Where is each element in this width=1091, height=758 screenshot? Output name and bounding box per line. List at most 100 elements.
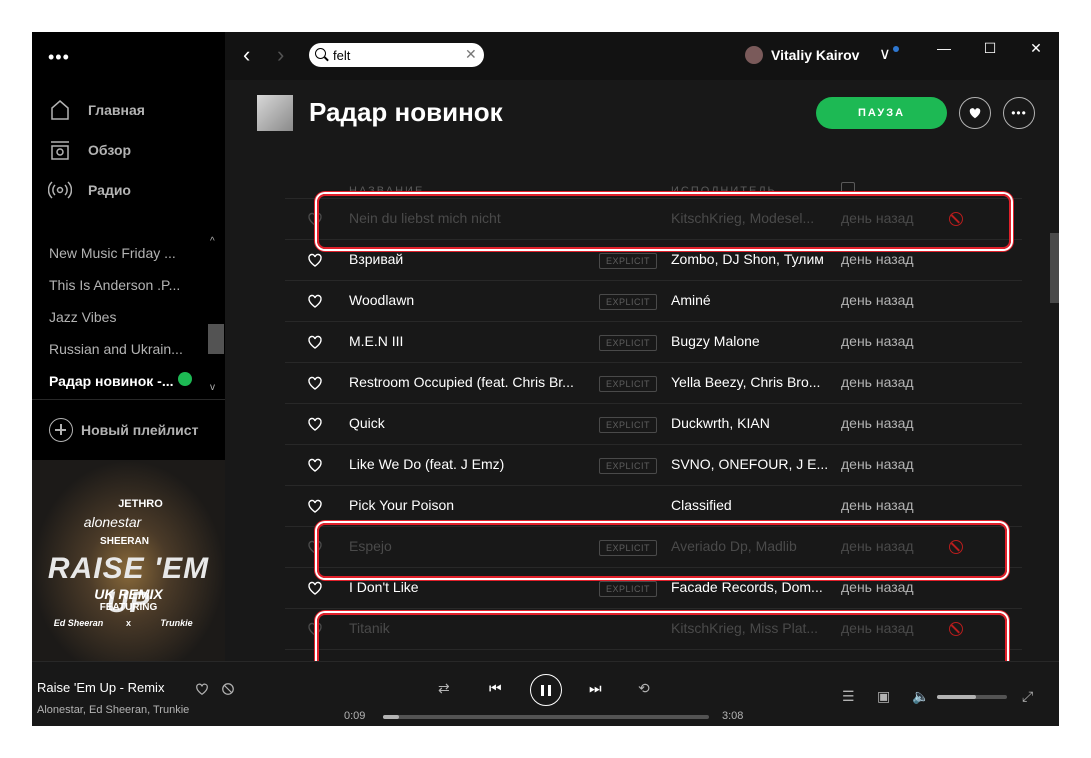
repeat-icon[interactable]: ⟲ (638, 680, 650, 697)
main-scrollbar[interactable] (1050, 80, 1059, 661)
sidebar-playlist[interactable]: This Is Anderson .P... (49, 277, 189, 293)
heart-icon[interactable] (307, 375, 323, 391)
block-icon[interactable] (221, 682, 235, 696)
track-row[interactable]: Pick Your Poison Classified день назад (285, 485, 1022, 526)
search-input[interactable] (333, 46, 458, 64)
track-date-added: день назад (841, 415, 914, 431)
track-row[interactable]: Woodlawn EXPLICIT Aminé день назад (285, 280, 1022, 321)
avatar[interactable] (745, 46, 763, 64)
track-date-added: день назад (841, 579, 914, 595)
track-date-added: день назад (841, 374, 914, 390)
previous-icon[interactable]: ⏮ (489, 680, 502, 697)
now-playing-cover[interactable]: JETHRO alonestar SHEERAN RAISE 'EM UP UK… (32, 460, 225, 661)
explicit-badge: EXPLICIT (599, 417, 657, 433)
sidebar-playlist[interactable]: Russian and Ukrain... (49, 341, 189, 357)
page-title: Радар новинок (309, 97, 503, 127)
sidebar-playlist-active[interactable]: Радар новинок -... (49, 373, 175, 389)
heart-icon[interactable] (307, 293, 323, 309)
more-options-button[interactable]: ••• (1003, 97, 1035, 129)
volume-slider[interactable] (937, 695, 1007, 699)
explicit-badge: EXPLICIT (599, 253, 657, 269)
next-icon[interactable]: ⏭ (589, 680, 602, 697)
main-scrollbar-thumb[interactable] (1050, 233, 1059, 303)
nav-radio[interactable]: Радио (48, 177, 218, 203)
heart-icon[interactable] (195, 682, 209, 696)
app-menu-button[interactable]: ••• (48, 48, 70, 66)
playlist-header: Радар новинок ПАУЗА ••• (225, 80, 1059, 150)
track-date-added: день назад (841, 251, 914, 267)
nav-radio-label: Радио (88, 182, 131, 198)
progress-bar[interactable] (383, 715, 709, 719)
explicit-badge: EXPLICIT (599, 458, 657, 474)
search-icon (315, 48, 326, 59)
track-artist[interactable]: Yella Beezy, Chris Bro... (671, 374, 831, 390)
pause-icon[interactable] (530, 674, 562, 706)
track-artist[interactable]: Zombo, DJ Shon, Тулим (671, 251, 831, 267)
track-row[interactable]: Quick EXPLICIT Duckwrth, KIAN день назад (285, 403, 1022, 444)
sidebar-playlist[interactable]: Jazz Vibes (49, 309, 189, 325)
shuffle-icon[interactable]: ⇄ (438, 680, 450, 697)
main-content: Радар новинок ПАУЗА ••• НАЗВАНИЕ ИСПОЛНИ… (225, 80, 1059, 661)
heart-icon[interactable] (307, 457, 323, 473)
track-date-added: день назад (841, 456, 914, 472)
track-title[interactable]: Взривай (349, 251, 589, 267)
like-playlist-button[interactable] (959, 97, 991, 129)
pause-button[interactable]: ПАУЗА (816, 97, 947, 129)
volume-icon[interactable]: 🔈 (912, 688, 929, 705)
nav-home[interactable]: Главная (48, 97, 218, 123)
chevron-up-icon[interactable]: ^ (210, 236, 215, 247)
track-row[interactable]: M.E.N III EXPLICIT Bugzy Malone день назад (285, 321, 1022, 362)
sidebar: ••• Главная Обзор Радио New Music Friday… (32, 32, 225, 661)
heart-icon[interactable] (307, 580, 323, 596)
nav-browse-label: Обзор (88, 142, 132, 158)
downloaded-icon (178, 372, 192, 386)
nav-browse[interactable]: Обзор (48, 137, 218, 163)
track-title[interactable]: Woodlawn (349, 292, 589, 308)
explicit-badge: EXPLICIT (599, 581, 657, 597)
new-playlist-button[interactable]: Новый плейлист (49, 418, 198, 442)
track-title[interactable]: Like We Do (feat. J Emz) (349, 456, 589, 472)
radio-icon (48, 181, 72, 199)
track-artist[interactable]: Classified (671, 497, 831, 513)
heart-icon[interactable] (307, 498, 323, 514)
now-playing-artist[interactable]: Alonestar, Ed Sheeran, Trunkie (37, 704, 189, 716)
maximize-button[interactable]: ☐ (967, 32, 1013, 64)
track-row[interactable]: Like We Do (feat. J Emz) EXPLICIT SVNO, ON… (285, 444, 1022, 485)
heart-icon[interactable] (307, 416, 323, 432)
cover-text: Trunkie (160, 618, 193, 628)
fullscreen-icon[interactable]: ⤢ (1022, 688, 1033, 705)
search-box[interactable]: ✕ (309, 43, 484, 67)
track-artist[interactable]: Facade Records, Dom... (671, 579, 831, 595)
calendar-icon[interactable] (841, 182, 855, 194)
nav-home-label: Главная (88, 102, 145, 118)
forward-arrow-icon[interactable]: › (277, 44, 284, 66)
explicit-badge: EXPLICIT (599, 376, 657, 392)
close-button[interactable]: ✕ (1013, 32, 1059, 64)
chevron-down-icon[interactable]: ∨ (879, 44, 891, 64)
track-title[interactable]: Quick (349, 415, 589, 431)
now-playing-title[interactable]: Raise 'Em Up - Remix (37, 680, 164, 695)
player-bar: Raise 'Em Up - Remix Alonestar, Ed Sheer… (32, 661, 1059, 726)
track-artist[interactable]: SVNO, ONEFOUR, J E... (671, 456, 831, 472)
back-arrow-icon[interactable]: ‹ (243, 44, 250, 66)
track-title[interactable]: M.E.N III (349, 333, 589, 349)
minimize-button[interactable]: — (921, 32, 967, 64)
heart-icon[interactable] (307, 252, 323, 268)
track-artist[interactable]: Bugzy Malone (671, 333, 831, 349)
track-artist[interactable]: Duckwrth, KIAN (671, 415, 831, 431)
track-title[interactable]: Pick Your Poison (349, 497, 589, 513)
track-row[interactable]: Restroom Occupied (feat. Chris Br... EXPL… (285, 362, 1022, 403)
user-name[interactable]: Vitaliy Kairov (771, 47, 859, 63)
sidebar-playlist[interactable]: New Music Friday ... (49, 245, 189, 261)
track-artist[interactable]: Aminé (671, 292, 831, 308)
top-bar: ‹ › ✕ Vitaliy Kairov ∨ — ☐ ✕ (225, 32, 1059, 80)
queue-icon[interactable]: ☰ (842, 688, 855, 705)
heart-icon[interactable] (307, 334, 323, 350)
chevron-down-icon[interactable]: v (210, 382, 215, 393)
clear-search-icon[interactable]: ✕ (465, 47, 477, 61)
track-title[interactable]: I Don't Like (349, 579, 589, 595)
sidebar-scrollbar-thumb[interactable] (208, 324, 224, 354)
devices-icon[interactable]: ▣ (877, 688, 890, 705)
total-time: 3:08 (722, 710, 744, 722)
track-title[interactable]: Restroom Occupied (feat. Chris Br... (349, 374, 589, 390)
